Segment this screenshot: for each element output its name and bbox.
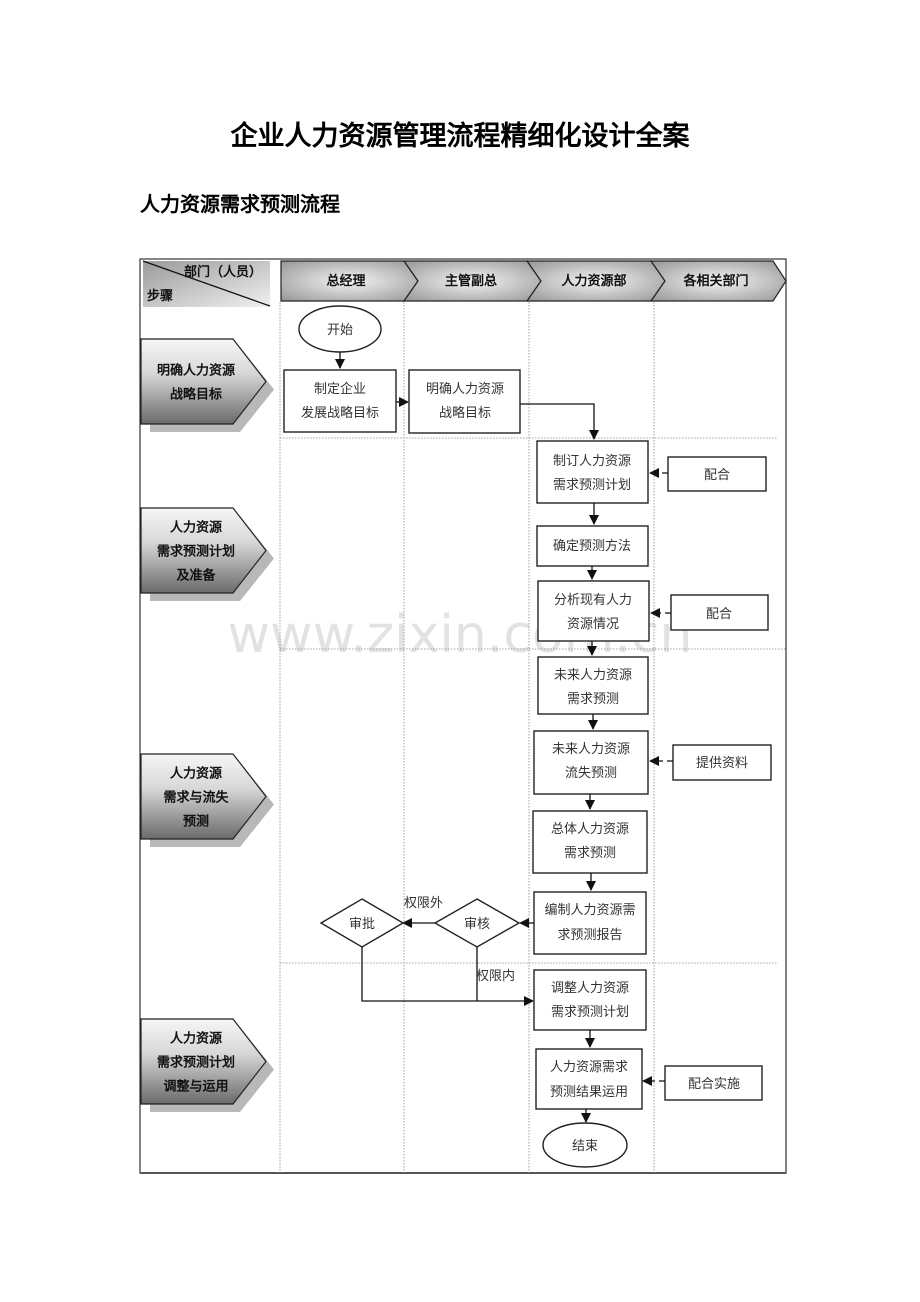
node-text: 未来人力资源: [554, 668, 632, 683]
node-total-demand[interactable]: [532, 810, 648, 874]
node-text: 配合: [704, 468, 730, 483]
node-text: 需求预测计划: [553, 478, 631, 493]
start-label: 开始: [327, 323, 353, 338]
lane-label: 各相关部门: [682, 273, 748, 289]
lane-label: 主管副总: [445, 273, 497, 289]
stage-label: 人力资源: [170, 520, 222, 536]
node-text: 审批: [349, 917, 375, 932]
stage-label: 需求预测计划: [157, 544, 235, 560]
node-text: 未来人力资源: [552, 742, 630, 757]
stage-label: 明确人力资源: [157, 363, 235, 379]
lane-label: 人力资源部: [561, 273, 626, 289]
node-text: 提供资料: [696, 755, 748, 771]
node-adjust[interactable]: [533, 969, 647, 1031]
stage-label: 及准备: [176, 568, 216, 584]
node-text: 发展战略目标: [301, 405, 379, 421]
node-text: 审核: [464, 917, 490, 932]
stage-chevron: 明确人力资源战略目标: [140, 338, 274, 432]
stage-chevron: 人力资源需求与流失预测: [140, 753, 274, 847]
stage-label: 人力资源: [170, 766, 222, 782]
stage-label: 需求与流失: [163, 790, 229, 806]
corner-dept-label: 部门（人员）: [184, 264, 262, 280]
node-clarify-hr-goal[interactable]: [408, 369, 521, 434]
node-text: 明确人力资源: [426, 382, 504, 397]
node-future-loss[interactable]: [533, 730, 649, 795]
node-analyze[interactable]: [537, 580, 650, 642]
node-text: 总体人力资源: [551, 822, 629, 837]
node-text: 求预测报告: [557, 928, 622, 943]
node-make-plan[interactable]: [536, 440, 649, 504]
node-text: 流失预测: [565, 766, 617, 781]
node-text: 需求预测计划: [551, 1005, 629, 1020]
node-text: 配合实施: [688, 1077, 740, 1092]
stage-chevron: 人力资源需求预测计划调整与运用: [140, 1018, 274, 1112]
stage-chevron: 人力资源需求预测计划及准备: [140, 507, 274, 601]
flowchart: www.zixin.com.cn 部门（人员） 步骤 总经理 主管副总 人力资源…: [139, 258, 787, 1174]
node-text: 战略目标: [439, 405, 491, 421]
node-text: 制订人力资源: [553, 454, 631, 469]
end-label: 结束: [572, 1139, 598, 1154]
lane-header: 总经理 主管副总 人力资源部 各相关部门: [280, 260, 787, 302]
node-text: 分析现有人力: [554, 593, 632, 608]
header-corner: 部门（人员） 步骤: [142, 260, 271, 307]
corner-step-label: 步骤: [147, 288, 173, 304]
node-text: 预测结果运用: [550, 1085, 628, 1100]
stage-label: 战略目标: [170, 387, 222, 403]
node-text: 资源情况: [567, 617, 619, 632]
node-text: 需求预测: [564, 846, 616, 861]
stage-label: 人力资源: [170, 1031, 222, 1047]
node-report[interactable]: [533, 891, 647, 955]
node-text: 需求预测: [567, 692, 619, 707]
lane-label: 总经理: [326, 273, 365, 289]
node-text: 制定企业: [314, 381, 366, 397]
node-apply[interactable]: [535, 1048, 643, 1110]
label-within-authority: 权限内: [476, 968, 515, 984]
stage-label: 调整与运用: [163, 1079, 228, 1095]
stage-column: 明确人力资源战略目标人力资源需求预测计划及准备人力资源需求与流失预测人力资源需求…: [140, 338, 274, 1112]
node-text: 确定预测方法: [553, 538, 631, 554]
node-text: 调整人力资源: [551, 981, 629, 996]
label-outside-authority: 权限外: [404, 895, 443, 911]
stage-label: 需求预测计划: [157, 1055, 235, 1071]
node-text: 人力资源需求: [550, 1060, 628, 1075]
arrow: [520, 403, 599, 440]
node-text: 编制人力资源需: [544, 903, 635, 918]
stage-label: 预测: [183, 814, 209, 830]
node-text: 配合: [706, 607, 732, 622]
node-set-strategy[interactable]: [283, 369, 397, 433]
